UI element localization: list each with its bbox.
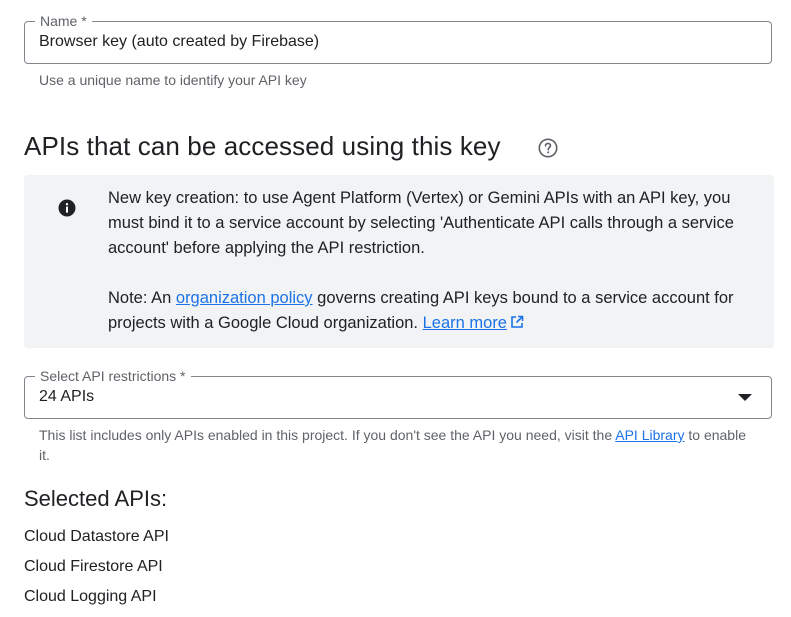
api-restrictions-hint: This list includes only APIs enabled in … — [39, 425, 759, 465]
api-restrictions-label: Select API restrictions * — [35, 368, 191, 384]
name-field-value[interactable]: Browser key (auto created by Firebase) — [39, 33, 319, 51]
name-field-hint: Use a unique name to identify your API k… — [39, 72, 307, 88]
selected-api-item: Cloud Firestore API — [24, 558, 163, 575]
name-field-label: Name * — [35, 13, 92, 29]
info-paragraph-note: Note: An organization policy governs cre… — [108, 286, 758, 336]
selected-apis-list: Cloud Datastore API Cloud Firestore API … — [24, 527, 169, 617]
dropdown-arrow-icon[interactable] — [738, 394, 752, 401]
info-icon — [57, 198, 77, 218]
help-circle-icon[interactable] — [537, 137, 559, 159]
name-field[interactable]: Name * Browser key (auto created by Fire… — [24, 13, 772, 64]
api-library-link[interactable]: API Library — [615, 427, 684, 443]
learn-more-label: Learn more — [422, 314, 507, 332]
learn-more-link[interactable]: Learn more — [423, 314, 524, 332]
selected-api-item: Cloud Datastore API — [24, 528, 169, 545]
info-paragraph-key-creation: New key creation: to use Agent Platform … — [108, 189, 734, 257]
api-restrictions-hint-prefix: This list includes only APIs enabled in … — [39, 427, 616, 443]
api-restrictions-select[interactable]: Select API restrictions * 24 APIs — [24, 368, 772, 419]
selected-apis-title: Selected APIs: — [24, 486, 168, 511]
organization-policy-link[interactable]: organization policy — [176, 289, 313, 307]
info-text: New key creation: to use Agent Platform … — [108, 186, 758, 336]
apis-section-title: APIs that can be accessed using this key — [24, 131, 501, 161]
info-banner: New key creation: to use Agent Platform … — [24, 175, 774, 348]
open-in-new-icon — [510, 312, 524, 328]
note-prefix: Note: An — [108, 289, 176, 307]
api-restrictions-value: 24 APIs — [39, 388, 95, 405]
